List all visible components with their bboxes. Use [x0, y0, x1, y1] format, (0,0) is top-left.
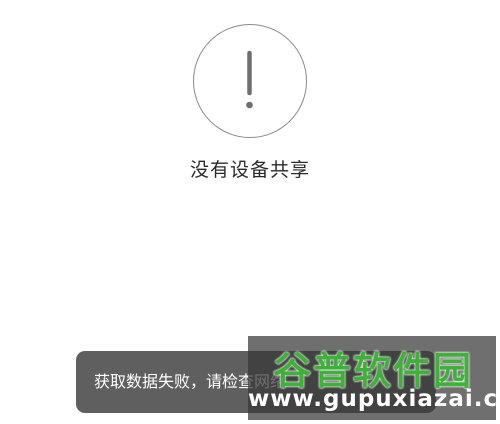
- empty-state-message: 没有设备共享: [189, 159, 310, 181]
- watermark-url: www.gupuxiazai.com: [248, 386, 496, 412]
- exclamation-mark-icon: [246, 50, 253, 109]
- exclamation-circle-icon: [193, 24, 307, 138]
- empty-state: 没有设备共享: [0, 0, 500, 200]
- watermark: 谷普软件园 www.gupuxiazai.com: [248, 336, 496, 420]
- screen: 没有设备共享 获取数据失败，请检查网络 谷普软件园 www.gupuxiazai…: [0, 0, 500, 424]
